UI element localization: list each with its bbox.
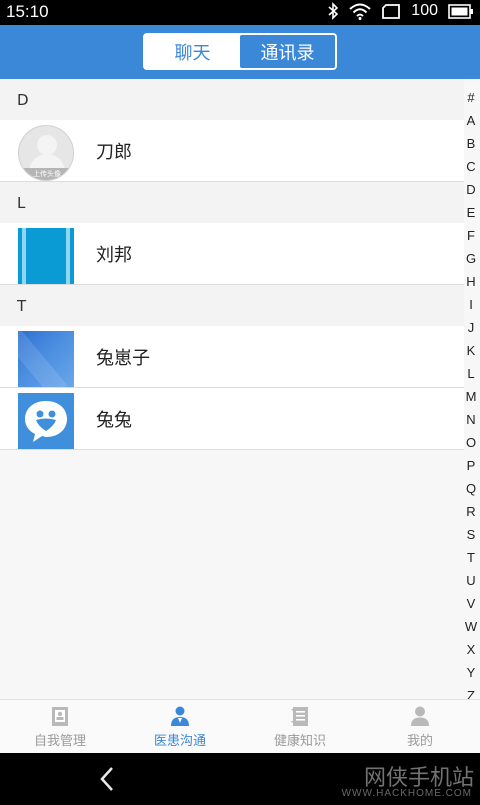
sim-icon	[382, 3, 401, 19]
index-letter[interactable]: N	[464, 408, 478, 431]
index-letter[interactable]: S	[464, 523, 478, 546]
section-header-t: T	[0, 285, 464, 326]
index-letter[interactable]: #	[464, 86, 478, 109]
index-letter[interactable]: C	[464, 155, 478, 178]
alphabet-index[interactable]: # A B C D E F G H I J K L M N O P Q R S T U V W X Y Z	[464, 86, 478, 707]
nav-label: 我的	[406, 733, 433, 749]
index-letter[interactable]: Y	[464, 661, 478, 684]
nav-self-management[interactable]: 自我管理	[0, 700, 120, 753]
index-letter[interactable]: J	[464, 316, 478, 339]
heart-chat-icon	[25, 401, 67, 442]
avatar: 上传头像	[18, 125, 74, 181]
back-icon[interactable]	[96, 765, 120, 793]
index-letter[interactable]: K	[464, 339, 478, 362]
avatar-upload-caption: 上传头像	[19, 168, 73, 180]
avatar	[18, 331, 74, 387]
contact-row[interactable]: 刘邦	[0, 223, 464, 285]
contact-name: 刘邦	[96, 245, 132, 266]
index-letter[interactable]: D	[464, 178, 478, 201]
contact-row[interactable]: 兔兔	[0, 388, 464, 450]
index-letter[interactable]: U	[464, 569, 478, 592]
avatar	[18, 228, 74, 284]
contact-list: D 上传头像 刀郎 L 刘邦 T 兔崽子 兔兔	[0, 79, 464, 450]
index-letter[interactable]: G	[464, 247, 478, 270]
app-header: 聊天 通讯录	[0, 25, 480, 79]
nav-health-knowledge[interactable]: 健康知识	[240, 700, 360, 753]
nav-label: 自我管理	[33, 733, 86, 749]
index-letter[interactable]: A	[464, 109, 478, 132]
contact-name: 兔崽子	[96, 348, 150, 369]
index-letter[interactable]: P	[464, 454, 478, 477]
nav-mine[interactable]: 我的	[360, 700, 480, 753]
status-bar: 15:10 100	[0, 0, 480, 25]
section-header-l: L	[0, 182, 464, 223]
index-letter[interactable]: E	[464, 201, 478, 224]
tab-contacts[interactable]: 通讯录	[240, 35, 335, 68]
tab-chat[interactable]: 聊天	[145, 35, 240, 68]
index-letter[interactable]: L	[464, 362, 478, 385]
battery-icon	[448, 3, 473, 19]
contact-name: 刀郎	[96, 142, 132, 163]
avatar-stripe	[22, 228, 26, 284]
watermark-url: WWW.HACKHOME.COM	[341, 788, 472, 799]
section-header-d: D	[0, 79, 464, 120]
doctor-icon	[171, 706, 189, 726]
index-letter[interactable]: I	[464, 293, 478, 316]
index-letter[interactable]: O	[464, 431, 478, 454]
status-icons: 100	[327, 2, 474, 20]
index-letter[interactable]: R	[464, 500, 478, 523]
avatar	[18, 393, 74, 449]
id-card-icon	[52, 706, 68, 726]
avatar-highlight	[18, 331, 68, 387]
bottom-nav: 自我管理 医患沟通 健康知识 我的	[0, 699, 480, 753]
index-letter[interactable]: V	[464, 592, 478, 615]
nav-label: 健康知识	[273, 733, 326, 749]
contact-row[interactable]: 上传头像 刀郎	[0, 120, 464, 182]
avatar-head-shape	[37, 135, 57, 155]
index-letter[interactable]: X	[464, 638, 478, 661]
nav-label: 医患沟通	[153, 733, 206, 749]
index-letter[interactable]: W	[464, 615, 478, 638]
index-letter[interactable]: B	[464, 132, 478, 155]
contact-row[interactable]: 兔崽子	[0, 326, 464, 388]
index-letter[interactable]: Q	[464, 477, 478, 500]
battery-level: 100	[411, 2, 438, 19]
status-time: 15:10	[6, 2, 49, 21]
index-letter[interactable]: F	[464, 224, 478, 247]
index-letter[interactable]: H	[464, 270, 478, 293]
index-letter[interactable]: M	[464, 385, 478, 408]
notebook-icon	[291, 706, 308, 726]
avatar-stripe	[66, 228, 70, 284]
bluetooth-icon	[328, 2, 339, 20]
index-letter[interactable]: T	[464, 546, 478, 569]
contact-name: 兔兔	[96, 410, 132, 431]
nav-doctor-patient[interactable]: 医患沟通	[120, 700, 240, 753]
wifi-icon	[349, 3, 371, 20]
segmented-control: 聊天 通讯录	[143, 33, 337, 70]
person-icon	[411, 706, 429, 726]
